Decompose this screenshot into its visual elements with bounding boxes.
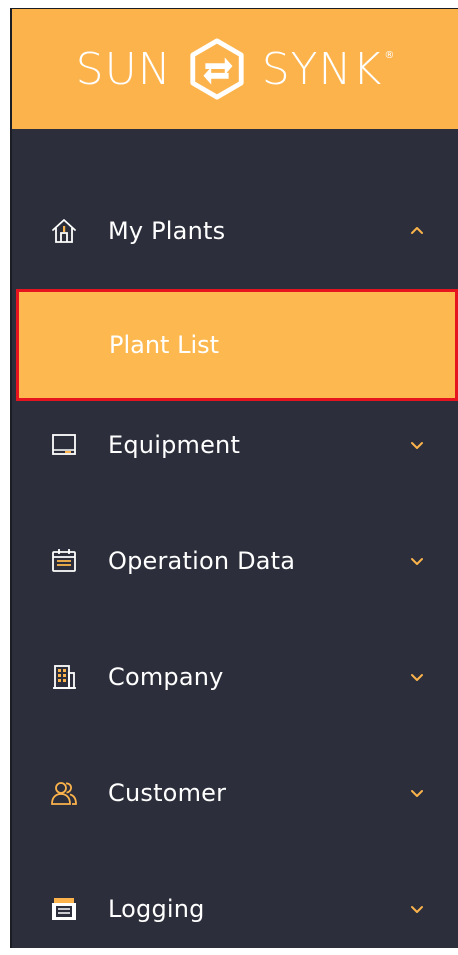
registered-mark: ®: [384, 49, 395, 61]
submenu-item-label: Plant List: [109, 331, 220, 359]
sidebar-item-label: Operation Data: [108, 547, 296, 575]
chevron-down-icon[interactable]: [410, 554, 424, 568]
chevron-down-icon[interactable]: [410, 670, 424, 684]
sidebar-item-my-plants[interactable]: My Plants: [12, 169, 458, 289]
sidebar-menu: My Plants Plant List Equipment Operation…: [12, 169, 458, 948]
house-icon: [50, 217, 78, 245]
sidebar-item-company[interactable]: Company: [12, 633, 458, 749]
sidebar-item-equipment[interactable]: Equipment: [12, 401, 458, 517]
chevron-down-icon[interactable]: [410, 902, 424, 916]
app-frame: SUN SYNK ® My Plants Plant List Equipmen…: [10, 8, 458, 948]
sidebar-item-logging[interactable]: Logging: [12, 865, 458, 948]
sidebar-item-operation-data[interactable]: Operation Data: [12, 517, 458, 633]
monitor-icon: [50, 431, 78, 459]
building-icon: [50, 663, 78, 691]
brand-left-text: SUN: [75, 43, 172, 95]
submenu-item-plant-list[interactable]: Plant List: [16, 289, 458, 401]
sidebar-item-label: My Plants: [108, 217, 226, 245]
sidebar-item-label: Customer: [108, 779, 227, 807]
brand-right-text: SYNK: [261, 43, 383, 95]
sidebar-item-label: Logging: [108, 895, 205, 923]
sidebar-item-customer[interactable]: Customer: [12, 749, 458, 865]
logo-header[interactable]: SUN SYNK ®: [12, 9, 458, 129]
calendar-icon: [50, 547, 78, 575]
chevron-up-icon[interactable]: [410, 224, 424, 238]
users-icon: [50, 779, 78, 807]
sunsynk-hexagon-arrows-icon: [190, 38, 244, 100]
log-stack-icon: [50, 895, 78, 923]
sidebar-item-label: Equipment: [108, 431, 241, 459]
sidebar-item-label: Company: [108, 663, 224, 691]
chevron-down-icon[interactable]: [410, 786, 424, 800]
chevron-down-icon[interactable]: [410, 438, 424, 452]
